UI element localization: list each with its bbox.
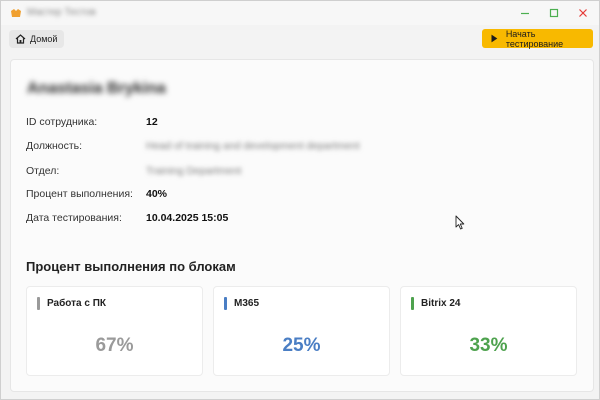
department-value: Training Department [146,165,242,177]
app-window: Мастер Тестов Домой Начать тестирование … [0,0,600,400]
employee-name: Anastasia Brykina [27,80,166,97]
block-card-bitrix: Bitrix 24 33% [400,286,577,376]
info-label: Дата тестирования: [26,212,122,224]
block-card-m365: M365 25% [213,286,390,376]
minimize-icon [521,12,529,15]
block-card-pc: Работа с ПК 67% [26,286,203,376]
title-bar[interactable]: Мастер Тестов [1,1,599,25]
minimize-button[interactable] [511,1,539,25]
mouse-cursor-icon [455,215,465,230]
block-name: Работа с ПК [47,298,107,309]
block-color-bar [411,297,414,310]
home-button[interactable]: Домой [9,30,65,48]
play-icon [491,34,498,43]
info-label: ID сотрудника: [26,116,98,128]
blocks-section-title: Процент выполнения по блокам [26,259,236,274]
completion-value: 40% [146,188,168,200]
test-date-value: 10.04.2025 15:05 [146,212,229,224]
block-percent: 67% [95,335,134,356]
block-percent: 33% [469,335,508,356]
block-color-bar [37,297,40,310]
position-value: Head of training and development departm… [146,140,360,152]
window-title: Мастер Тестов [27,7,96,18]
close-icon [579,9,587,17]
start-testing-label: Начать тестирование [505,28,564,49]
block-color-bar [224,297,227,310]
employee-id-value: 12 [146,116,158,128]
block-percent: 25% [282,335,321,356]
start-testing-button[interactable]: Начать тестирование [482,28,593,49]
home-button-label: Домой [30,34,58,44]
home-icon [15,34,26,44]
block-name: Bitrix 24 [421,298,461,309]
app-icon [11,9,21,17]
employee-card: Anastasia Brykina ID сотрудника: 12 Долж… [10,59,594,392]
info-label: Отдел: [26,165,60,177]
info-label: Должность: [26,140,83,152]
info-label: Процент выполнения: [26,188,133,200]
block-name: M365 [234,298,260,309]
maximize-icon [549,8,559,18]
maximize-button[interactable] [540,1,568,25]
close-button[interactable] [569,1,597,25]
